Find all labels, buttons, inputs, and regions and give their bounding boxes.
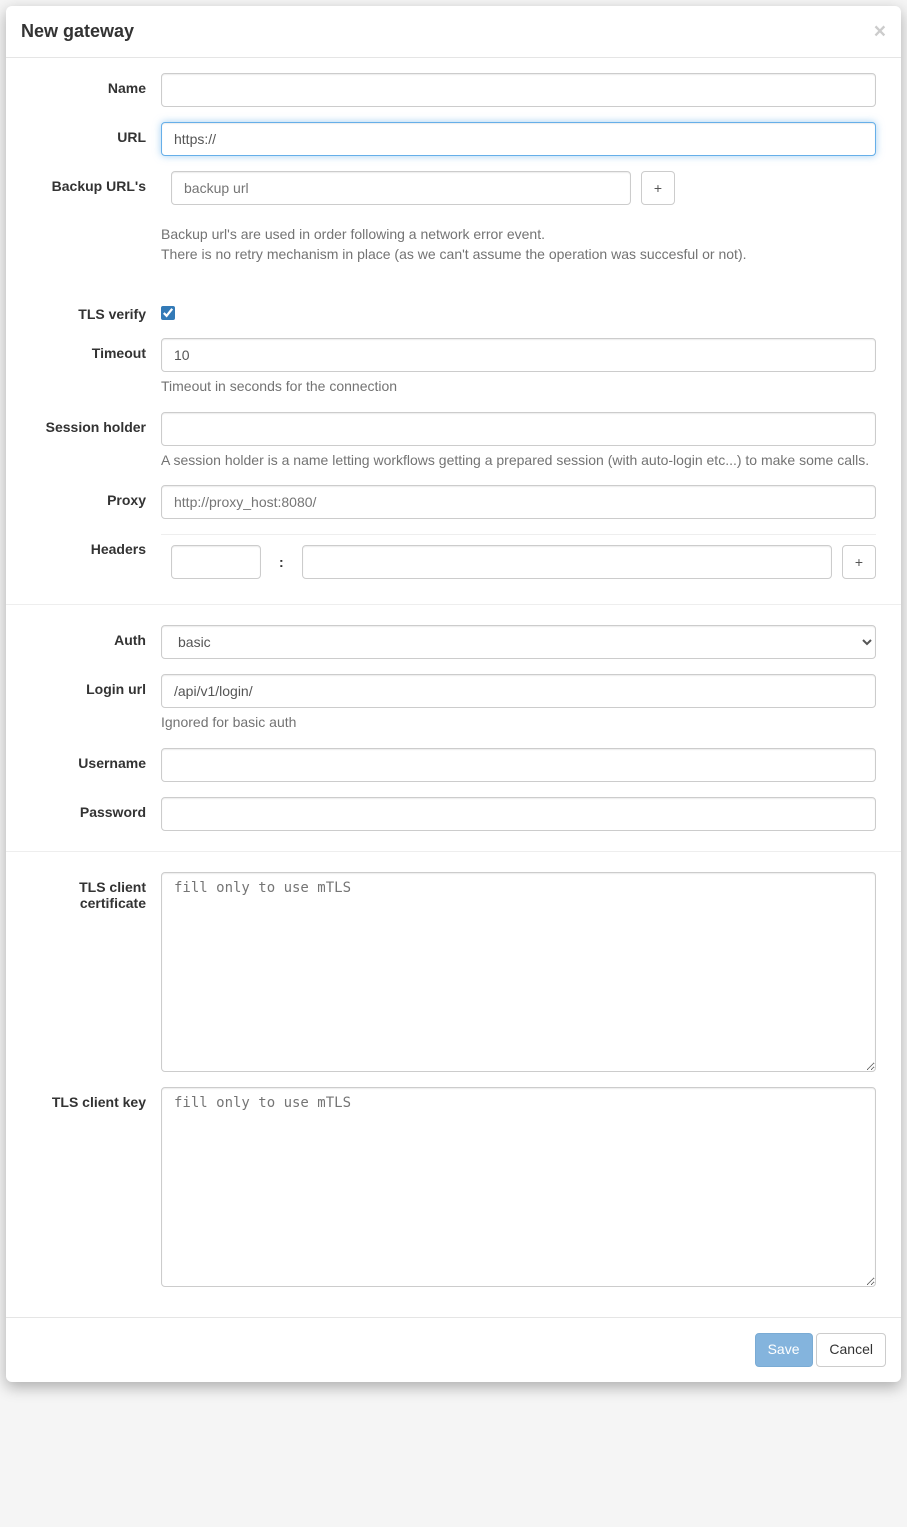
tls-verify-label: TLS verify	[21, 299, 161, 323]
divider	[6, 604, 901, 605]
backup-url-row: +	[161, 171, 876, 205]
url-input[interactable]	[161, 122, 876, 156]
header-key-input[interactable]	[171, 545, 261, 579]
auth-label: Auth	[21, 625, 161, 659]
new-gateway-modal: New gateway × Name URL Backup URL's +	[6, 6, 901, 1382]
add-header-button[interactable]: +	[842, 545, 876, 579]
timeout-label: Timeout	[21, 338, 161, 397]
backup-urls-help: Backup url's are used in order following…	[161, 225, 876, 264]
header-row: : +	[161, 534, 876, 579]
session-holder-label: Session holder	[21, 412, 161, 471]
proxy-label: Proxy	[21, 485, 161, 519]
backup-url-input[interactable]	[171, 171, 631, 205]
header-value-input[interactable]	[302, 545, 832, 579]
tls-client-cert-label: TLS client certificate	[21, 872, 161, 1072]
password-input[interactable]	[161, 797, 876, 831]
username-label: Username	[21, 748, 161, 782]
name-label: Name	[21, 73, 161, 107]
proxy-input[interactable]	[161, 485, 876, 519]
timeout-input[interactable]	[161, 338, 876, 372]
login-url-input[interactable]	[161, 674, 876, 708]
url-label: URL	[21, 122, 161, 156]
add-backup-url-button[interactable]: +	[641, 171, 675, 205]
modal-body: Name URL Backup URL's + Backup url's are…	[6, 58, 901, 1317]
divider	[6, 851, 901, 852]
save-button[interactable]: Save	[755, 1333, 813, 1367]
session-holder-input[interactable]	[161, 412, 876, 446]
tls-verify-checkbox[interactable]	[161, 306, 175, 320]
header-separator: :	[271, 554, 292, 570]
password-label: Password	[21, 797, 161, 831]
name-input[interactable]	[161, 73, 876, 107]
auth-select[interactable]: basic	[161, 625, 876, 659]
login-url-label: Login url	[21, 674, 161, 733]
username-input[interactable]	[161, 748, 876, 782]
tls-client-cert-textarea[interactable]	[161, 872, 876, 1072]
session-holder-help: A session holder is a name letting workf…	[161, 451, 876, 471]
headers-label: Headers	[21, 534, 161, 579]
modal-header: New gateway ×	[6, 6, 901, 58]
tls-client-key-textarea[interactable]	[161, 1087, 876, 1287]
backup-urls-label: Backup URL's	[21, 171, 161, 279]
tls-client-key-label: TLS client key	[21, 1087, 161, 1287]
modal-footer: Save Cancel	[6, 1317, 901, 1382]
timeout-help: Timeout in seconds for the connection	[161, 377, 876, 397]
close-button[interactable]: ×	[874, 21, 886, 42]
modal-title: New gateway	[21, 21, 134, 42]
cancel-button[interactable]: Cancel	[816, 1333, 886, 1367]
login-url-help: Ignored for basic auth	[161, 713, 876, 733]
